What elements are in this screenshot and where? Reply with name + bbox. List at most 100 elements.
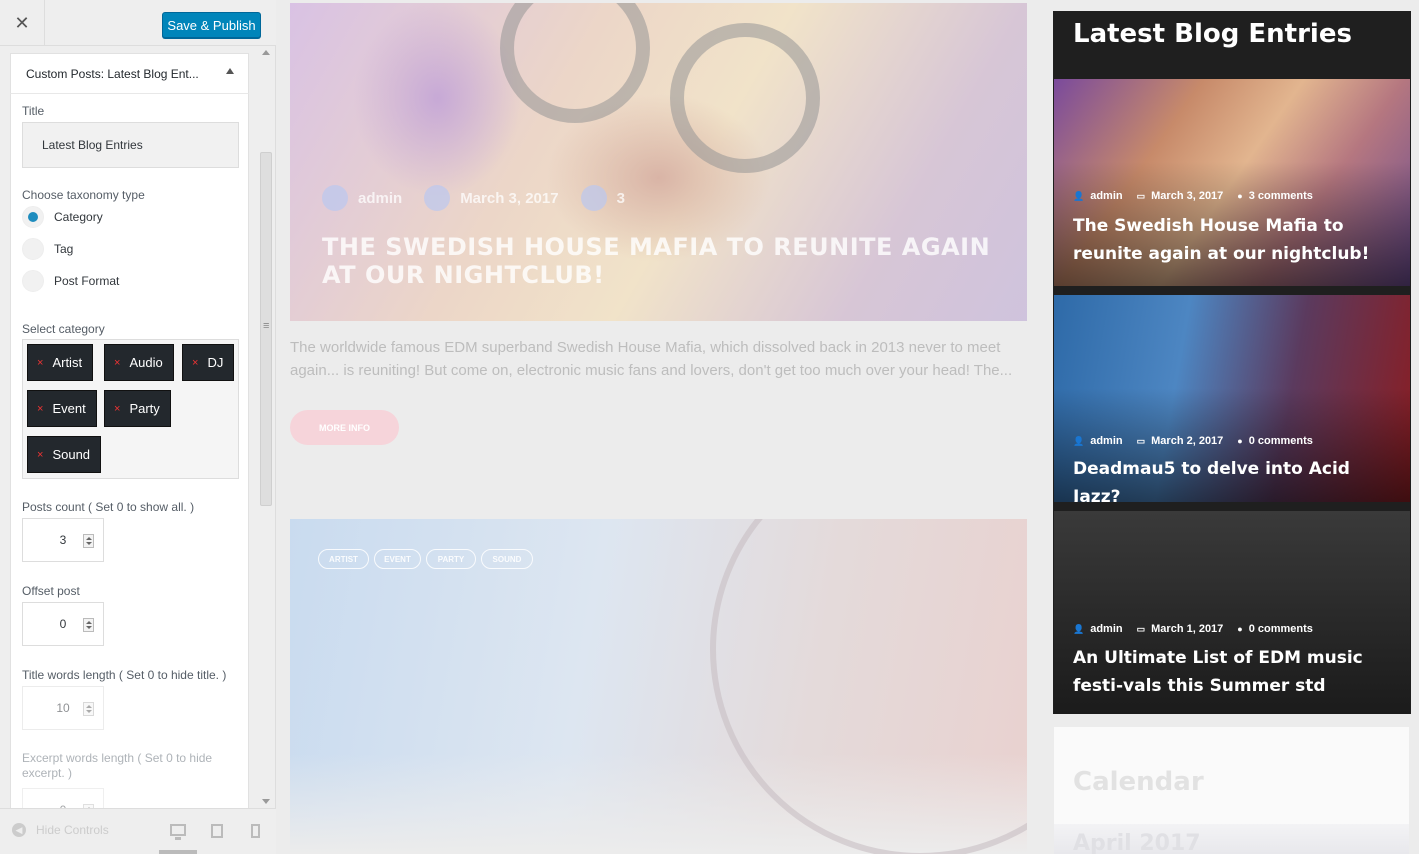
blog-entry-card[interactable]: 👤 admin ▭ March 3, 2017 ● 3 comments The Sw… <box>1054 79 1410 286</box>
second-post-image[interactable]: ARTIST EVENT PARTY SOUND <box>290 519 1027 854</box>
widget-prefix: Custom Posts: <box>26 67 105 81</box>
comment-icon: ● <box>1237 436 1243 446</box>
offset-value: 0 <box>59 617 67 631</box>
latest-blog-widget: Latest Blog Entries 👤 admin ▭ March 3, 201… <box>1053 11 1411 714</box>
radio-button[interactable] <box>22 206 44 228</box>
widget-header[interactable]: Custom Posts: Latest Blog Ent... <box>10 53 249 94</box>
entry-comments[interactable]: 0 comments <box>1249 435 1313 447</box>
entry-meta: 👤 admin ▭ March 3, 2017 ● 3 comments <box>1073 190 1313 202</box>
hide-controls-label: Hide Controls <box>36 823 109 837</box>
category-tag-artist[interactable]: × Artist <box>27 344 94 381</box>
category-tag-sound[interactable]: × Sound <box>27 436 102 473</box>
panel-scrollbar[interactable] <box>259 46 273 808</box>
category-tag-audio[interactable]: × Audio <box>104 344 174 381</box>
spinner-icon[interactable] <box>83 534 94 548</box>
category-select[interactable]: × Artist × Audio × DJ × Event × Party × Sound <box>22 339 239 479</box>
radio-post-format[interactable]: Post Format <box>22 270 119 292</box>
radio-label: Post Format <box>54 274 120 288</box>
remove-icon[interactable]: × <box>37 449 43 461</box>
headphone-shape <box>670 23 820 173</box>
calendar-icon: ▭ <box>1136 435 1146 446</box>
blog-entry-card[interactable]: 👤 admin ▭ March 2, 2017 ● 0 comments Deadma… <box>1054 295 1410 502</box>
widget-body: Title Latest Blog Entries Choose taxonom… <box>10 94 249 808</box>
entry-author[interactable]: admin <box>1090 435 1122 447</box>
entry-title[interactable]: The Swedish House Mafia to reunite again… <box>1073 212 1393 268</box>
posts-count-label: Posts count ( Set 0 to show all. ) <box>22 500 195 514</box>
offset-input[interactable]: 0 <box>22 602 104 646</box>
radio-tag[interactable]: Tag <box>22 238 73 260</box>
category-tag-event[interactable]: × Event <box>27 390 97 427</box>
featured-post-excerpt: The worldwide famous EDM superband Swedi… <box>290 339 1013 379</box>
remove-icon[interactable]: × <box>114 403 120 415</box>
blog-entry-card[interactable]: 👤 admin ▭ March 1, 2017 ● 0 comments An Ult… <box>1054 511 1410 714</box>
widget-heading: Latest Blog Entries <box>1073 19 1352 49</box>
post-tag-chip[interactable]: SOUND <box>481 549 533 569</box>
radio-button[interactable] <box>22 270 44 292</box>
radio-label: Tag <box>54 242 74 256</box>
user-icon: 👤 <box>1073 435 1085 446</box>
featured-post-image[interactable]: admin March 3, 2017 3 THE SWEDISH HOUSE … <box>290 3 1027 321</box>
hide-controls-button[interactable]: ◀ Hide Controls <box>12 823 109 837</box>
spinner-icon[interactable] <box>83 702 94 716</box>
radio-button[interactable] <box>22 238 44 260</box>
post-date[interactable]: March 3, 2017 <box>460 190 558 207</box>
entry-date[interactable]: March 2, 2017 <box>1151 435 1223 447</box>
more-info-button[interactable]: MORE INFO <box>290 410 399 445</box>
widget-scroll-area: Custom Posts: Latest Blog Ent... Title L… <box>10 46 249 808</box>
tag-label: DJ <box>207 355 224 370</box>
title-label: Title <box>22 104 45 118</box>
post-tag-chip[interactable]: EVENT <box>374 549 421 569</box>
calendar-icon: ▭ <box>1136 623 1146 634</box>
customizer-panel: ✕ Save & Publish Custom Posts: Latest Bl… <box>0 0 276 854</box>
calendar-heading: Calendar <box>1073 767 1204 797</box>
resize-grip-icon[interactable]: ≡ <box>263 320 269 332</box>
spinner-icon[interactable] <box>83 618 94 632</box>
title-input[interactable]: Latest Blog Entries <box>22 122 239 168</box>
scroll-down-icon[interactable] <box>262 799 270 804</box>
site-preview: admin March 3, 2017 3 THE SWEDISH HOUSE … <box>276 0 1419 854</box>
category-label: Select category <box>22 322 105 336</box>
entry-title[interactable]: Deadmau5 to delve into Acid Jazz? <box>1073 455 1393 502</box>
title-words-input[interactable]: 10 <box>22 686 104 730</box>
post-tag-chip[interactable]: ARTIST <box>318 549 369 569</box>
entry-comments[interactable]: 0 comments <box>1249 623 1313 635</box>
tablet-icon[interactable] <box>211 824 223 838</box>
desktop-icon[interactable] <box>170 824 186 840</box>
remove-icon[interactable]: × <box>114 357 120 369</box>
author-icon <box>322 185 348 211</box>
entry-date[interactable]: March 3, 2017 <box>1151 190 1223 202</box>
entry-comments[interactable]: 3 comments <box>1249 190 1313 202</box>
posts-count-input[interactable]: 3 <box>22 518 104 562</box>
user-icon: 👤 <box>1073 190 1085 201</box>
post-comments[interactable]: 3 <box>617 190 625 207</box>
entry-title[interactable]: An Ultimate List of EDM music festi-vals… <box>1073 644 1393 700</box>
scroll-up-icon[interactable] <box>262 50 270 55</box>
tag-label: Artist <box>52 355 83 370</box>
remove-icon[interactable]: × <box>37 403 43 415</box>
category-tag-party[interactable]: × Party <box>104 390 171 427</box>
title-words-value: 10 <box>56 701 70 715</box>
entry-date[interactable]: March 1, 2017 <box>1151 623 1223 635</box>
remove-icon[interactable]: × <box>37 357 43 369</box>
offset-label: Offset post <box>22 584 80 598</box>
excerpt-words-input[interactable]: 0 <box>22 788 104 808</box>
radio-label: Category <box>54 210 103 224</box>
featured-post-title[interactable]: THE SWEDISH HOUSE MAFIA TO REUNITE AGAIN… <box>322 233 1012 289</box>
collapse-arrow-icon[interactable] <box>226 68 234 74</box>
entry-author[interactable]: admin <box>1090 623 1122 635</box>
entry-author[interactable]: admin <box>1090 190 1122 202</box>
category-tag-dj[interactable]: × DJ <box>182 344 235 381</box>
save-publish-button[interactable]: Save & Publish <box>162 12 261 38</box>
close-icon[interactable]: ✕ <box>0 0 45 46</box>
post-author[interactable]: admin <box>358 190 402 207</box>
calendar-month: April 2017 <box>1073 831 1201 854</box>
mobile-icon[interactable] <box>251 824 260 838</box>
comment-icon: ● <box>1237 624 1243 634</box>
tag-label: Sound <box>52 447 91 462</box>
customizer-header: ✕ Save & Publish <box>0 0 276 46</box>
widget-name: Latest Blog Ent... <box>107 67 199 81</box>
post-tag-chip[interactable]: PARTY <box>426 549 476 569</box>
remove-icon[interactable]: × <box>192 357 198 369</box>
radio-category[interactable]: Category <box>22 206 103 228</box>
active-device-indicator <box>159 850 197 854</box>
